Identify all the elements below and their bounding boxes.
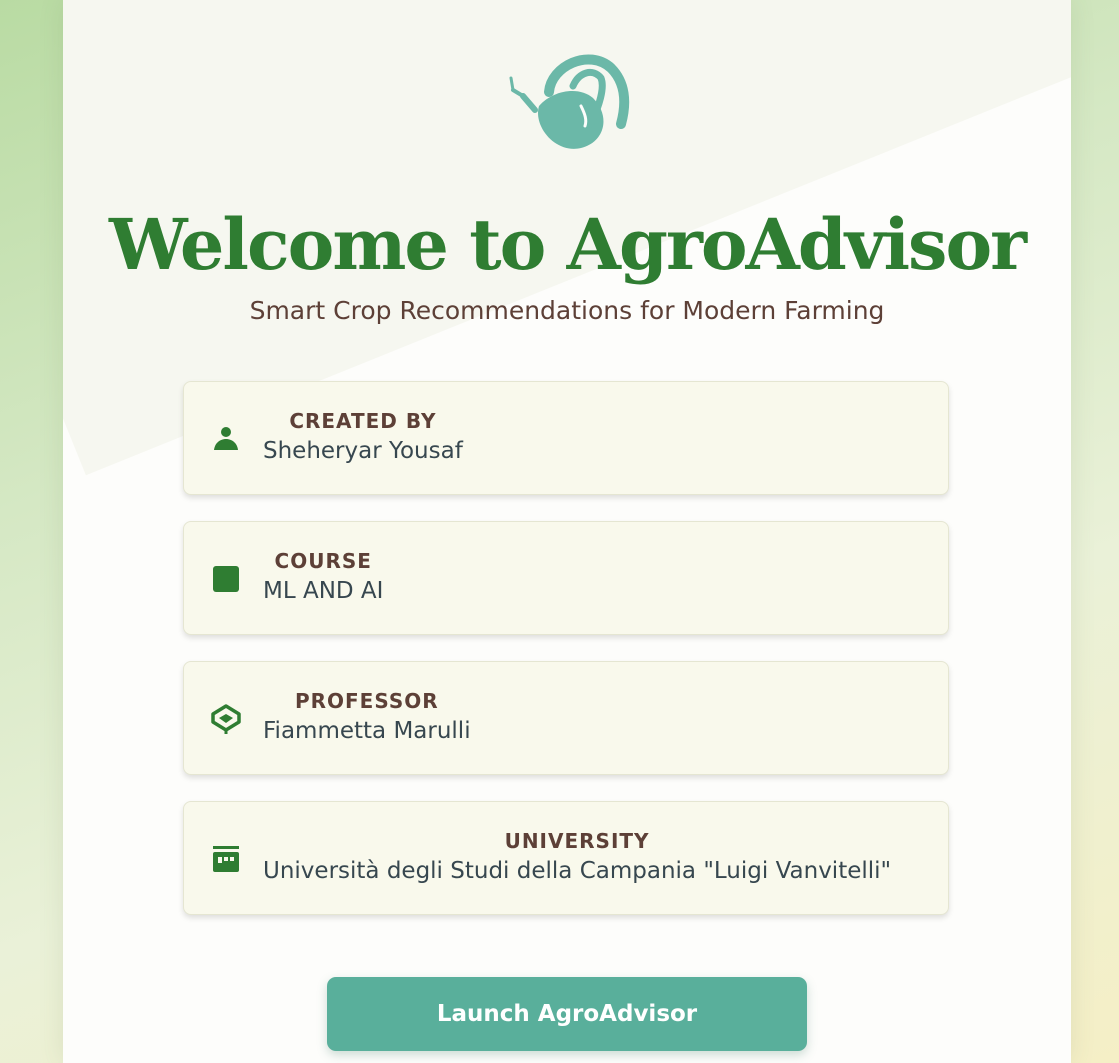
page-subtitle: Smart Crop Recommendations for Modern Fa… <box>249 296 885 325</box>
info-value-created-by: Sheheryar Yousaf <box>263 438 463 464</box>
university-icon <box>213 846 239 872</box>
launch-agroadvisor-button[interactable]: Launch AgroAdvisor <box>327 977 807 1051</box>
info-value-course: ML AND AI <box>263 578 384 604</box>
info-value-university: Università degli Studi della Campania "L… <box>263 858 892 884</box>
course-square-icon <box>213 566 239 592</box>
person-icon <box>214 427 238 450</box>
info-label-created-by: CREATED BY <box>289 409 437 433</box>
info-card-created-by: CREATED BY Sheheryar Yousaf <box>183 381 949 495</box>
info-card-professor: PROFESSOR Fiammetta Marulli <box>183 661 949 775</box>
info-label-professor: PROFESSOR <box>294 689 439 713</box>
info-card-course: COURSE ML AND AI <box>183 521 949 635</box>
info-card-university: UNIVERSITY Università degli Studi della … <box>183 801 949 915</box>
plant-sprout-icon <box>509 54 630 149</box>
info-label-course: COURSE <box>274 549 372 573</box>
professor-icon <box>211 704 241 734</box>
info-value-professor: Fiammetta Marulli <box>263 718 471 744</box>
welcome-card: Welcome to AgroAdvisor Smart Crop Recomm… <box>63 0 1071 1063</box>
page-title: Welcome to AgroAdvisor <box>108 203 1027 286</box>
info-label-university: UNIVERSITY <box>504 829 650 853</box>
